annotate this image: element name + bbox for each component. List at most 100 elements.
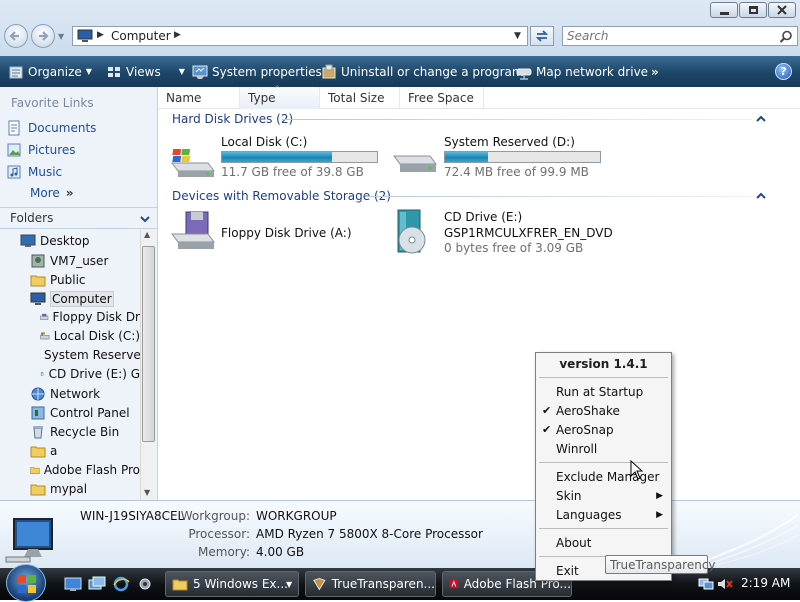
- column-free-space-label: Free Space: [408, 91, 474, 105]
- tree-scrollbar[interactable]: ▲ ▼: [140, 230, 156, 500]
- user-folder-icon: [31, 254, 45, 268]
- maximize-button[interactable]: [739, 2, 767, 18]
- favorites-more-link[interactable]: More »: [30, 186, 74, 200]
- clock[interactable]: 2:19 AM: [741, 576, 790, 590]
- views-button[interactable]: Views ▼: [106, 56, 185, 87]
- volume-muted-icon[interactable]: [717, 576, 733, 592]
- favorite-documents-label: Documents: [28, 121, 97, 135]
- column-headers: Name Type ^ Total Size Free Space: [158, 84, 800, 109]
- help-button[interactable]: ?: [775, 63, 792, 80]
- scroll-up-icon[interactable]: ▲: [144, 230, 150, 239]
- uninstall-program-button[interactable]: Uninstall or change a program: [321, 56, 524, 87]
- breadcrumb-next-icon[interactable]: ▶: [174, 30, 181, 40]
- documents-icon: [8, 120, 20, 136]
- system-properties-button[interactable]: System properties: [192, 56, 322, 87]
- scroll-down-icon[interactable]: ▼: [144, 488, 150, 497]
- close-button[interactable]: [768, 2, 796, 18]
- drive-cd-label: GSP1RMCULXFRER_EN_DVD: [444, 226, 613, 240]
- taskbar-windows-explorer[interactable]: 5 Windows Ex... ▼: [165, 571, 299, 597]
- chevron-down-icon: [140, 216, 150, 223]
- tree-item-label: VM7_user: [50, 254, 109, 268]
- system-properties-icon: [192, 65, 208, 79]
- refresh-button[interactable]: [530, 26, 554, 46]
- search-box[interactable]: [562, 26, 798, 46]
- network-tray-icon[interactable]: [698, 576, 714, 592]
- drive-c-usage-bar: [221, 151, 378, 163]
- search-input[interactable]: [567, 29, 767, 43]
- column-total-size[interactable]: Total Size: [320, 87, 400, 109]
- menu-item-exclude-manager[interactable]: Exclude Manager: [536, 467, 671, 486]
- column-free-space[interactable]: Free Space: [400, 87, 484, 109]
- favorite-documents[interactable]: Documents: [6, 120, 96, 136]
- tree-item-mypal[interactable]: mypal: [30, 481, 140, 497]
- forward-button[interactable]: [31, 24, 55, 48]
- taskbar-truetransparency[interactable]: TrueTransparen...: [305, 571, 436, 597]
- favorite-pictures[interactable]: Pictures: [6, 142, 76, 158]
- tree-item-recycle-bin[interactable]: Recycle Bin: [30, 424, 140, 440]
- menu-item-aerosnap[interactable]: ✔ AeroSnap: [536, 420, 671, 439]
- favorite-music[interactable]: Music: [6, 164, 62, 180]
- tree-item-label: Local Disk (C:): [53, 329, 140, 343]
- switch-windows-icon[interactable]: [88, 576, 106, 592]
- tree-item-computer[interactable]: Computer: [30, 291, 140, 307]
- tree-item-local-disk-c[interactable]: Local Disk (C:): [40, 329, 140, 343]
- menu-item-languages[interactable]: Languages ▶: [536, 505, 671, 524]
- tree-item-system-reserved[interactable]: System Reserve: [40, 348, 140, 362]
- scroll-thumb[interactable]: [142, 246, 155, 442]
- group-header-hard-disks[interactable]: Hard Disk Drives (2): [172, 112, 293, 126]
- show-desktop-icon[interactable]: [64, 576, 82, 592]
- toolbar-overflow-label: »: [651, 64, 659, 79]
- address-dropdown-icon[interactable]: ▼: [514, 31, 521, 41]
- tree-item-cd-drive[interactable]: CD Drive (E:) G: [40, 367, 140, 381]
- cd-drive-icon: [40, 372, 44, 376]
- folder-icon: [30, 484, 46, 496]
- tray-tooltip: TrueTransparency: [605, 555, 716, 574]
- tree-item-desktop[interactable]: Desktop: [20, 234, 140, 248]
- tree-item-label: Control Panel: [50, 406, 130, 420]
- toolbar-overflow-button[interactable]: »: [651, 56, 659, 87]
- drive-d-usage-fill: [445, 152, 489, 162]
- group-header-removable[interactable]: Devices with Removable Storage (2): [172, 189, 391, 203]
- group-divider: [282, 119, 752, 120]
- column-type[interactable]: Type ^: [240, 84, 320, 109]
- menu-item-about[interactable]: About: [536, 533, 671, 552]
- uninstall-program-label: Uninstall or change a program: [341, 64, 524, 79]
- back-button[interactable]: [4, 24, 28, 48]
- tree-item-label: CD Drive (E:) G: [48, 367, 140, 381]
- drive-c-name: Local Disk (C:): [221, 135, 308, 149]
- settings-quicklaunch-icon[interactable]: [136, 576, 154, 592]
- favorites-more-label: More: [30, 186, 60, 200]
- menu-item-skin[interactable]: Skin ▶: [536, 486, 671, 505]
- menu-item-winroll[interactable]: Winroll: [536, 439, 671, 458]
- internet-explorer-icon[interactable]: [112, 576, 130, 592]
- collapse-group-icon[interactable]: [755, 191, 767, 201]
- tree-item-floppy[interactable]: Floppy Disk Dr: [40, 310, 140, 324]
- collapse-group-icon[interactable]: [755, 114, 767, 124]
- column-name[interactable]: Name: [158, 87, 240, 109]
- taskbar-truetransparency-label: TrueTransparen...: [331, 577, 435, 591]
- tree-item-a[interactable]: a: [30, 443, 140, 459]
- start-button[interactable]: [6, 564, 46, 602]
- minimize-button[interactable]: [710, 2, 738, 18]
- tree-item-adobe-flash[interactable]: Adobe Flash Pro: [30, 462, 140, 478]
- floppy-drive-icon: [171, 211, 215, 249]
- drive-d-name: System Reserved (D:): [444, 135, 575, 149]
- menu-item-run-at-startup[interactable]: Run at Startup: [536, 382, 671, 401]
- menu-item-aeroshake[interactable]: ✔ AeroShake: [536, 401, 671, 420]
- address-bar[interactable]: ▶ Computer ▶ ▼: [72, 26, 528, 46]
- recent-pages-dropdown[interactable]: ▼: [58, 32, 64, 41]
- tree-item-public[interactable]: Public: [30, 272, 140, 288]
- computer-name: WIN-J19SIYA8CEL: [80, 509, 185, 523]
- search-icon[interactable]: [779, 30, 793, 44]
- folders-header[interactable]: Folders: [0, 207, 158, 229]
- tree-item-label: Recycle Bin: [50, 425, 120, 439]
- submenu-arrow-icon: ▶: [656, 490, 663, 501]
- tree-item-control-panel[interactable]: Control Panel: [30, 405, 140, 421]
- organize-button[interactable]: Organize ▼: [8, 56, 92, 87]
- tree-item-network[interactable]: Network: [30, 386, 140, 402]
- memory-label: Memory:: [198, 545, 250, 559]
- tree-item-vm7-user[interactable]: VM7_user: [30, 253, 140, 269]
- map-network-drive-button[interactable]: Map network drive: [516, 56, 648, 87]
- breadcrumb-computer[interactable]: Computer: [111, 29, 171, 43]
- menu-version-title: version 1.4.1: [559, 357, 648, 371]
